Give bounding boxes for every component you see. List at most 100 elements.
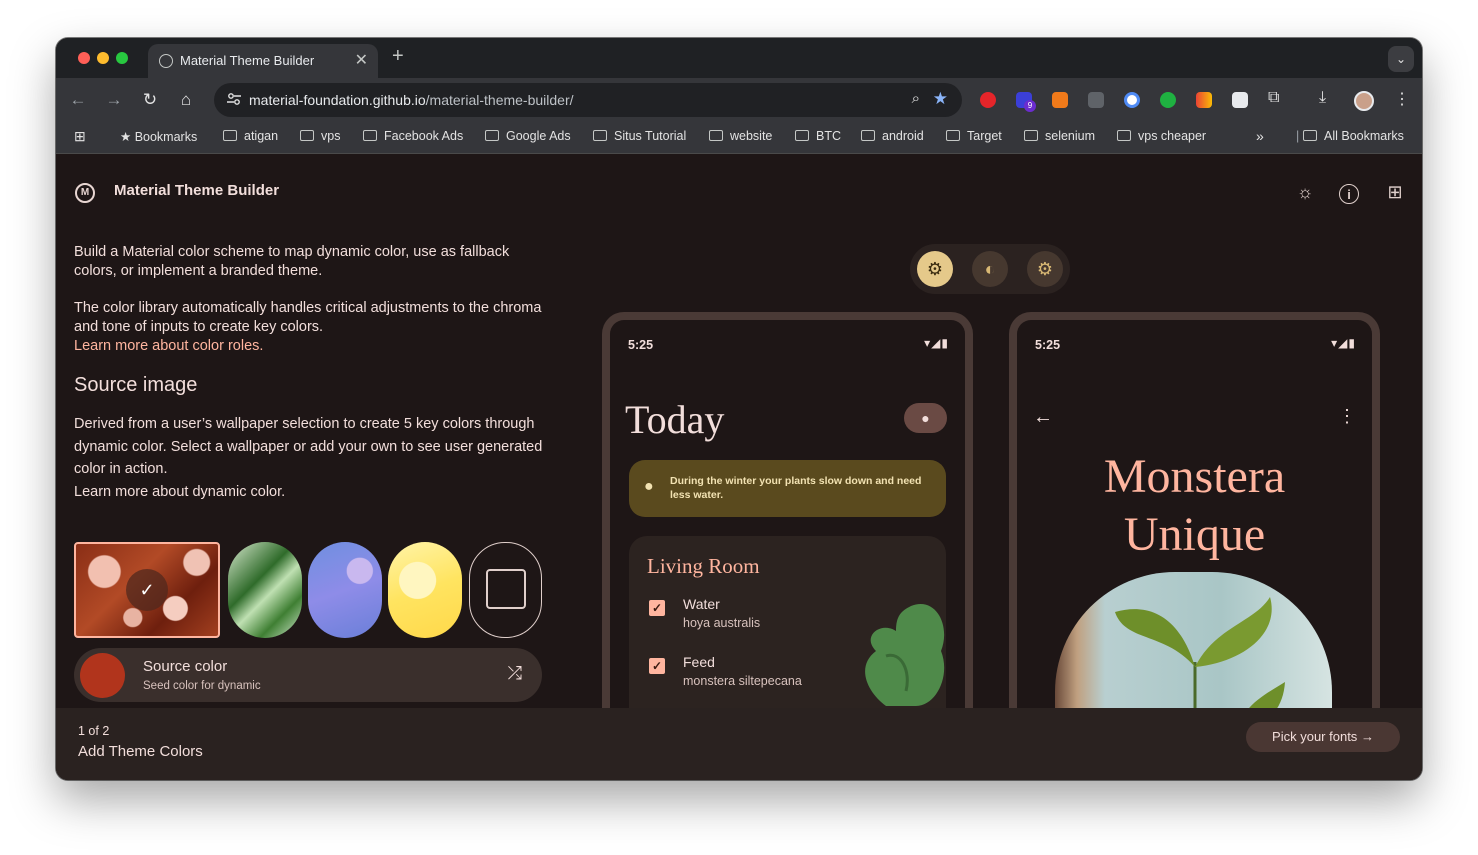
qr-code-icon[interactable] bbox=[1232, 92, 1248, 108]
bookmark-folder[interactable]: android bbox=[861, 129, 924, 143]
bookmark-folder[interactable]: website bbox=[709, 129, 772, 143]
color-picker-extension-icon[interactable] bbox=[1124, 92, 1140, 108]
close-window-button[interactable] bbox=[78, 52, 90, 64]
plant-leaves-illustration bbox=[1115, 597, 1285, 712]
profile-icon[interactable]: ● bbox=[904, 403, 947, 433]
plant-title-line-2: Unique bbox=[1123, 508, 1266, 561]
today-heading: Today bbox=[625, 397, 725, 442]
im-extension-icon[interactable] bbox=[1160, 92, 1176, 108]
tab-close-icon[interactable]: ✕ bbox=[355, 50, 368, 70]
pick-fonts-button[interactable]: Pick your fonts → bbox=[1246, 722, 1400, 752]
source-color-row[interactable]: Source color Seed color for dynamic ⤮ bbox=[74, 648, 542, 702]
light-mode-icon[interactable]: ☼ bbox=[1294, 182, 1316, 204]
bookmark-star-icon[interactable]: ★ bbox=[933, 89, 948, 109]
folder-icon bbox=[1117, 130, 1131, 141]
checkbox-checked[interactable]: ✓ bbox=[649, 600, 665, 616]
extension-icon[interactable]: 9 bbox=[1016, 92, 1036, 112]
bookmark-folder[interactable]: atigan bbox=[223, 129, 278, 143]
wallpaper-option-blue[interactable] bbox=[308, 542, 382, 638]
bookmark-label: vps cheaper bbox=[1138, 129, 1207, 143]
minimize-window-button[interactable] bbox=[97, 52, 109, 64]
high-contrast-icon[interactable]: ⚙ bbox=[1027, 251, 1063, 287]
bookmark-star-folder[interactable]: ★ Bookmarks bbox=[120, 129, 197, 144]
download-icon[interactable]: ⤓ bbox=[1319, 89, 1326, 107]
apps-grid-icon[interactable]: ⊞ bbox=[74, 128, 86, 145]
bookmark-label: website bbox=[730, 129, 773, 143]
material-logo-icon: M bbox=[75, 183, 95, 203]
extensions-puzzle-icon[interactable]: ⧉ bbox=[1268, 89, 1279, 107]
plant-photo bbox=[1055, 572, 1332, 712]
medium-contrast-icon[interactable]: ◐ bbox=[972, 251, 1008, 287]
info-icon[interactable]: i bbox=[1339, 184, 1359, 204]
back-icon[interactable]: ← bbox=[68, 90, 88, 110]
wallpaper-option-selected[interactable]: ✓ bbox=[74, 542, 220, 638]
site-settings-icon[interactable] bbox=[226, 91, 242, 107]
extension-badge: 9 bbox=[1024, 100, 1036, 112]
step-title: Add Theme Colors bbox=[78, 743, 203, 760]
standard-contrast-icon[interactable]: ⚙ bbox=[917, 251, 953, 287]
bookmark-folder[interactable]: Target bbox=[946, 129, 1002, 143]
forward-icon[interactable]: → bbox=[104, 90, 124, 110]
all-bookmarks-folder[interactable]: All Bookmarks bbox=[1303, 129, 1404, 143]
bookmarks-overflow-icon[interactable]: » bbox=[1256, 128, 1264, 144]
plant-title-line-1: Monstera bbox=[1103, 450, 1286, 503]
folder-icon bbox=[861, 130, 875, 141]
bookmark-folder[interactable]: BTC bbox=[795, 129, 841, 143]
bookmark-folder[interactable]: Situs Tutorial bbox=[593, 129, 686, 143]
status-time: 5:25 bbox=[1035, 338, 1061, 352]
browser-tab[interactable]: Material Theme Builder ✕ bbox=[148, 44, 378, 78]
source-color-swatch[interactable] bbox=[80, 653, 125, 698]
bookmark-folder[interactable]: vps bbox=[300, 129, 340, 143]
tip-text: During the winter your plants slow down … bbox=[670, 475, 922, 501]
more-vert-icon[interactable]: ⋮ bbox=[1338, 406, 1356, 427]
tab-title: Material Theme Builder bbox=[180, 53, 315, 68]
folder-icon bbox=[795, 130, 809, 141]
tab-search-button[interactable]: ⌄ bbox=[1388, 46, 1414, 72]
add-wallpaper-button[interactable] bbox=[469, 542, 542, 638]
url-host: material-foundation.github.io bbox=[249, 92, 426, 108]
bookmark-folder[interactable]: vps cheaper bbox=[1117, 129, 1206, 143]
wallpaper-option-leaves[interactable] bbox=[228, 542, 302, 638]
color-roles-link[interactable]: Learn more about color roles. bbox=[74, 337, 554, 356]
checkbox-checked[interactable]: ✓ bbox=[649, 658, 665, 674]
folder-icon bbox=[1303, 130, 1317, 141]
source-image-description: Derived from a user’s wallpaper selectio… bbox=[74, 416, 543, 478]
browser-toolbar: ← → ↻ ⌂ material-foundation.github.io/ma… bbox=[56, 78, 1422, 122]
star-icon: ★ bbox=[120, 130, 135, 144]
back-arrow-icon[interactable]: ← bbox=[1033, 406, 1053, 429]
reload-icon[interactable]: ↻ bbox=[140, 90, 160, 110]
lightbulb-icon: ● bbox=[644, 478, 654, 495]
bookmark-folder[interactable]: Facebook Ads bbox=[363, 129, 463, 143]
phone-preview-today: 5:25 ▾◢▮ Today ● ● During the winter you… bbox=[602, 312, 973, 712]
add-photo-icon bbox=[486, 569, 526, 609]
stepper-footer: 1 of 2 Add Theme Colors Pick your fonts … bbox=[56, 708, 1422, 780]
export-grid-icon[interactable]: ⊞ bbox=[1384, 182, 1406, 204]
address-bar[interactable]: material-foundation.github.io/material-t… bbox=[214, 83, 962, 117]
zoom-icon[interactable]: ⌕ bbox=[912, 90, 920, 107]
bookmark-folder[interactable]: Google Ads bbox=[485, 129, 571, 143]
office-extension-icon[interactable] bbox=[1196, 92, 1212, 108]
folder-icon bbox=[485, 130, 499, 141]
bookmark-label: Situs Tutorial bbox=[614, 129, 687, 143]
pick-fonts-label: Pick your fonts bbox=[1272, 729, 1358, 744]
maximize-window-button[interactable] bbox=[116, 52, 128, 64]
wallpaper-option-yellow[interactable] bbox=[388, 542, 462, 638]
dynamic-color-link[interactable]: Learn more about dynamic color. bbox=[74, 481, 544, 504]
menu-kebab-icon[interactable]: ⋮ bbox=[1394, 89, 1410, 109]
todo-name: Water bbox=[683, 596, 720, 612]
adblock-extension-icon[interactable] bbox=[980, 92, 996, 108]
code-extension-icon[interactable] bbox=[1088, 92, 1104, 108]
app-title: Material Theme Builder bbox=[114, 182, 280, 199]
source-color-sub: Seed color for dynamic bbox=[143, 680, 261, 692]
rss-extension-icon[interactable] bbox=[1052, 92, 1068, 108]
theme-builder-app: M Material Theme Builder ☼ i ⊞ Build a M… bbox=[56, 154, 1422, 780]
new-tab-button[interactable]: + bbox=[392, 45, 404, 68]
url-path: /material-theme-builder/ bbox=[425, 92, 574, 108]
check-icon: ✓ bbox=[126, 569, 168, 611]
home-icon[interactable]: ⌂ bbox=[176, 90, 196, 110]
shuffle-icon[interactable]: ⤮ bbox=[508, 663, 522, 684]
bookmark-folder[interactable]: selenium bbox=[1024, 129, 1095, 143]
folder-icon bbox=[946, 130, 960, 141]
profile-avatar[interactable] bbox=[1354, 91, 1374, 111]
source-image-title: Source image bbox=[74, 374, 198, 396]
